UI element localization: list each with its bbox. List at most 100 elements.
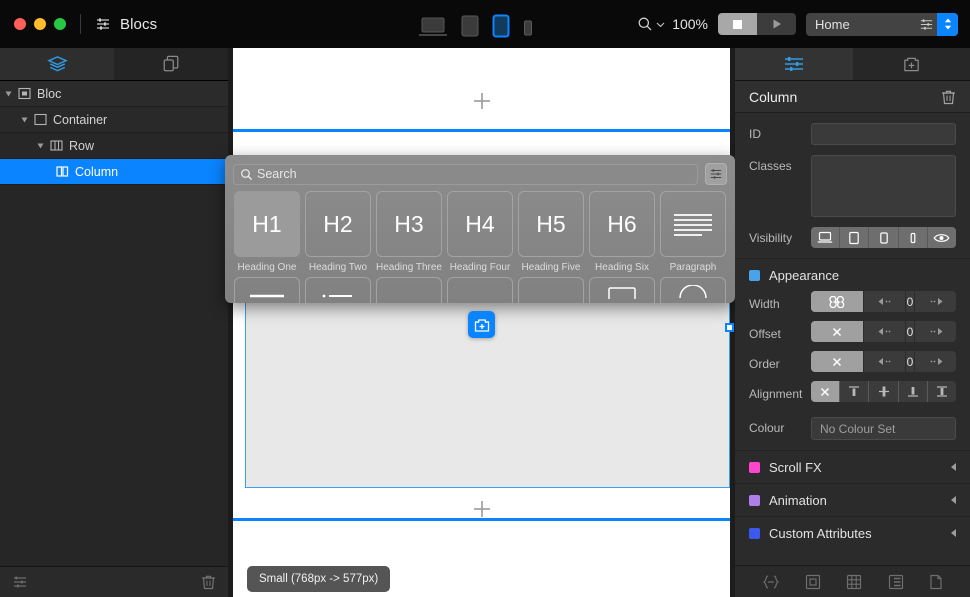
- offset-decrement[interactable]: [863, 321, 905, 342]
- element-row2-7[interactable]: [658, 277, 728, 303]
- selected-element-title: Column: [749, 88, 798, 105]
- container-icon: [34, 113, 47, 126]
- width-increment[interactable]: [914, 291, 956, 312]
- image-icon: [589, 277, 655, 303]
- visibility-eye[interactable]: [928, 227, 956, 248]
- tab-add-page[interactable]: [852, 48, 970, 80]
- app-title: Blocs: [120, 15, 158, 33]
- search-input[interactable]: Search: [233, 163, 698, 185]
- code-braces-icon[interactable]: [762, 574, 780, 590]
- element-row2-2[interactable]: [303, 277, 373, 303]
- page-selector[interactable]: Home: [806, 12, 958, 36]
- order-value[interactable]: 0: [905, 351, 914, 372]
- minimize-button[interactable]: [34, 18, 46, 30]
- align-none[interactable]: [811, 381, 841, 402]
- tree-item-bloc[interactable]: Bloc: [0, 81, 228, 107]
- zoom-control[interactable]: 100%: [637, 16, 708, 32]
- element-heading-two[interactable]: H2 Heading Two: [303, 191, 373, 273]
- element-picker-popup[interactable]: Search H1 Heading One H2 Heading Two H3 …: [225, 155, 735, 303]
- disclosure-triangle-icon[interactable]: [21, 117, 28, 122]
- sliders-icon[interactable]: [12, 574, 28, 590]
- element-heading-four[interactable]: H4 Heading Four: [445, 191, 515, 273]
- device-size-group: [418, 12, 534, 38]
- tree-item-container[interactable]: Container: [0, 107, 228, 133]
- device-laptop[interactable]: [418, 16, 448, 38]
- trash-icon[interactable]: [201, 574, 216, 590]
- order-increment[interactable]: [914, 351, 956, 372]
- left-panel: Bloc Container Row Column: [0, 48, 228, 597]
- element-paragraph[interactable]: Paragraph: [658, 191, 728, 273]
- grid-icon[interactable]: [846, 574, 862, 590]
- x-icon[interactable]: [811, 321, 863, 342]
- section-custom-attributes[interactable]: Custom Attributes: [735, 516, 970, 549]
- order-decrement[interactable]: [863, 351, 905, 372]
- box-icon[interactable]: [805, 574, 821, 590]
- device-tablet-landscape[interactable]: [460, 14, 480, 38]
- canvas-bottom-add-row[interactable]: [233, 488, 730, 530]
- page-settings-icon[interactable]: [915, 17, 937, 32]
- align-top[interactable]: [840, 381, 870, 402]
- document-icon[interactable]: [929, 574, 943, 590]
- add-brick-button[interactable]: [468, 311, 495, 338]
- offset-value[interactable]: 0: [905, 321, 914, 342]
- element-heading-six[interactable]: H6 Heading Six: [587, 191, 657, 273]
- element-row2-3[interactable]: [374, 277, 444, 303]
- infinity-icon[interactable]: [811, 291, 863, 312]
- right-panel-body: ID Classes Visibility Appearance Width 0…: [735, 113, 970, 549]
- play-button[interactable]: [757, 13, 796, 35]
- stop-button[interactable]: [718, 13, 757, 35]
- classes-field-row: Classes: [735, 155, 970, 227]
- filter-button[interactable]: [705, 163, 727, 185]
- section-scroll-fx[interactable]: Scroll FX: [735, 450, 970, 483]
- element-label: Heading Three: [376, 262, 442, 273]
- trash-icon[interactable]: [941, 89, 956, 105]
- element-glyph: H5: [518, 191, 584, 257]
- copy-pages-icon: [162, 55, 180, 73]
- disclosure-triangle-icon[interactable]: [5, 91, 12, 96]
- colour-value[interactable]: No Colour Set: [811, 417, 956, 440]
- canvas-top-add-row[interactable]: [233, 80, 730, 122]
- x-icon[interactable]: [811, 351, 863, 372]
- align-bottom[interactable]: [899, 381, 928, 402]
- element-row2-6[interactable]: [587, 277, 657, 303]
- visibility-phone[interactable]: [899, 227, 928, 248]
- tab-attributes[interactable]: [735, 48, 853, 80]
- element-label: Paragraph: [669, 262, 717, 273]
- tab-pages[interactable]: [114, 48, 228, 80]
- device-phone[interactable]: [522, 18, 534, 38]
- page-stepper[interactable]: [937, 12, 958, 36]
- right-toolbar: 100% Home: [637, 0, 958, 48]
- zoom-button[interactable]: [54, 18, 66, 30]
- section-animation[interactable]: Animation: [735, 483, 970, 516]
- tree-item-column[interactable]: Column: [0, 159, 228, 185]
- visibility-tablet[interactable]: [840, 227, 870, 248]
- disclosure-triangle-icon[interactable]: [37, 143, 44, 148]
- visibility-button-group: [811, 227, 956, 248]
- visibility-laptop[interactable]: [811, 227, 841, 248]
- device-tablet-portrait[interactable]: [492, 14, 510, 38]
- order-label: Order: [749, 356, 780, 371]
- element-row2-1[interactable]: [232, 277, 302, 303]
- element-label: Heading Two: [308, 262, 368, 273]
- offset-increment[interactable]: [914, 321, 956, 342]
- resize-handle[interactable]: [725, 323, 734, 332]
- width-decrement[interactable]: [863, 291, 905, 312]
- element-heading-three[interactable]: H3 Heading Three: [374, 191, 444, 273]
- id-input[interactable]: [811, 123, 956, 145]
- width-value[interactable]: 0: [905, 291, 914, 312]
- close-button[interactable]: [14, 18, 26, 30]
- element-row2-4[interactable]: [445, 277, 515, 303]
- align-middle[interactable]: [869, 381, 899, 402]
- titlebar-divider: [80, 14, 81, 34]
- align-stretch[interactable]: [928, 381, 956, 402]
- element-glyph: H3: [376, 191, 442, 257]
- tab-layers[interactable]: [0, 48, 114, 80]
- section-appearance[interactable]: Appearance: [735, 258, 970, 291]
- element-heading-five[interactable]: H5 Heading Five: [516, 191, 586, 273]
- list-icon[interactable]: [888, 574, 904, 590]
- visibility-tablet-portrait[interactable]: [869, 227, 899, 248]
- classes-input[interactable]: [811, 155, 956, 217]
- element-heading-one[interactable]: H1 Heading One: [232, 191, 302, 273]
- tree-item-row[interactable]: Row: [0, 133, 228, 159]
- element-row2-5[interactable]: [516, 277, 586, 303]
